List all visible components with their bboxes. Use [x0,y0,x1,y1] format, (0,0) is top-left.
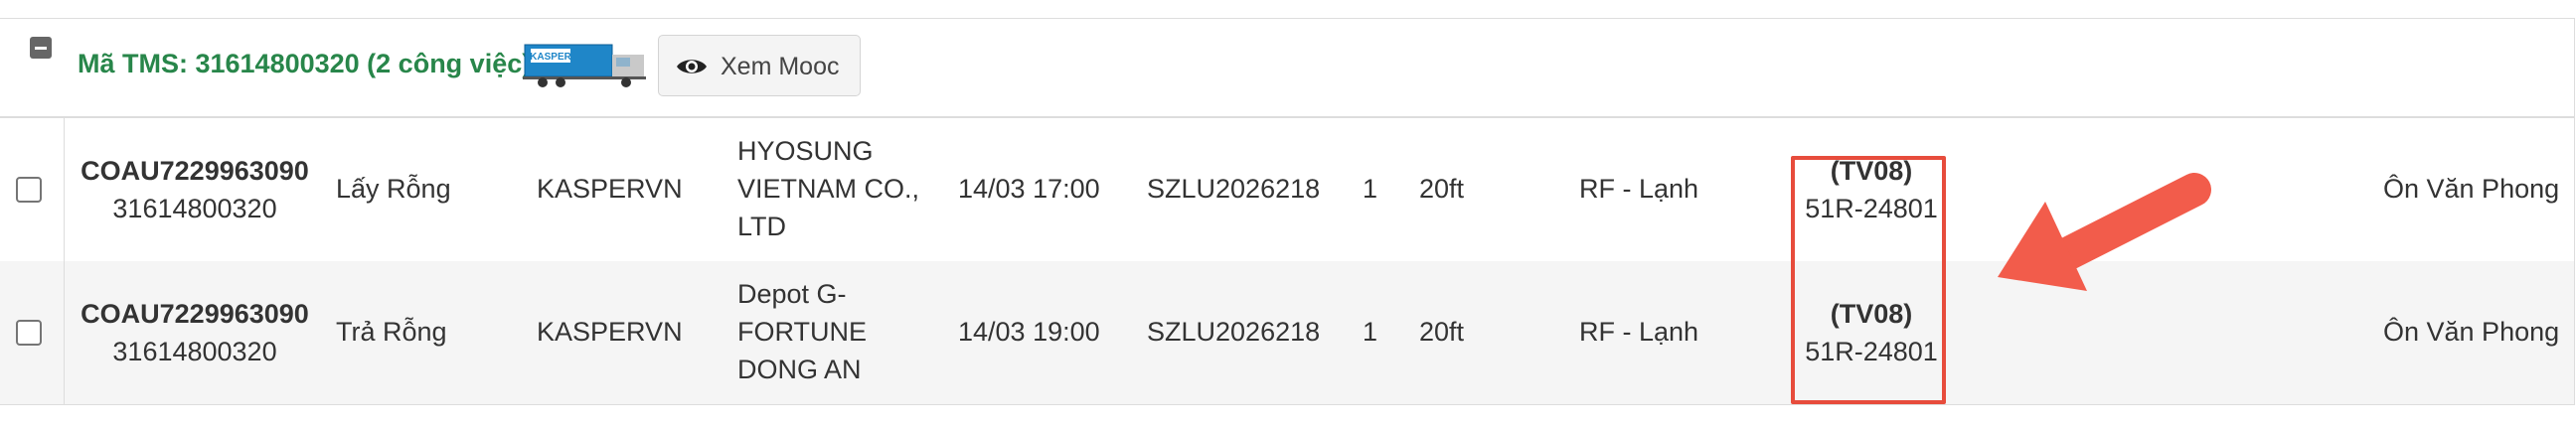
row-checkbox[interactable] [16,177,42,203]
action-cell: Trả Rỗng [336,317,447,347]
group-header: Mã TMS: 31614800320 (2 công việc) KASPER… [0,19,2574,118]
vehicle-highlight-box [1791,156,1946,404]
view-trailer-label: Xem Mooc [721,53,840,80]
container-type-cell: RF - Lạnh [1579,174,1699,204]
job-code-cell: COAU7229963090 31614800320 [64,152,326,227]
job-code-cell: COAU7229963090 31614800320 [64,295,326,370]
group-title: Mã TMS: 31614800320 (2 công việc) [78,49,532,78]
quantity-cell: 1 [1363,174,1378,204]
view-trailer-button[interactable]: Xem Mooc [658,35,861,96]
action-cell: Lấy Rỗng [336,174,451,204]
row-checkbox-cell [0,261,65,404]
container-number-cell: SZLU2026218 [1147,317,1321,347]
container-number-cell: SZLU2026218 [1147,174,1321,204]
container-type-cell: RF - Lạnh [1579,317,1699,347]
row-checkbox-cell [0,118,65,261]
driver-cell: Ôn Văn Phong [2383,317,2560,347]
red-arrow-icon [1998,173,2211,291]
truck-brand-text: KASPER [530,52,571,63]
container-code: COAU7229963090 [80,156,309,186]
customer-cell: KASPERVN [537,317,683,347]
job-group-table: Mã TMS: 31614800320 (2 công việc) KASPER… [0,18,2575,405]
row-checkbox[interactable] [16,320,42,346]
tms-code: 31614800320 [112,337,277,366]
kasper-truck-icon: KASPER [523,44,646,87]
tms-code: 31614800320 [112,194,277,223]
driver-cell: Ôn Văn Phong [2383,174,2560,204]
customer-cell: KASPERVN [537,174,683,204]
quantity-cell: 1 [1363,317,1378,347]
eye-icon [677,60,707,73]
container-code: COAU7229963090 [80,299,309,329]
time-cell: 14/03 17:00 [958,174,1100,204]
collapse-toggle[interactable] [30,37,52,59]
size-cell: 20ft [1419,174,1465,204]
place-cell: Depot G-FORTUNE DONG AN [737,279,868,384]
size-cell: 20ft [1419,317,1465,347]
place-cell: HYOSUNG VIETNAM CO., LTD [737,136,920,241]
time-cell: 14/03 19:00 [958,317,1100,347]
